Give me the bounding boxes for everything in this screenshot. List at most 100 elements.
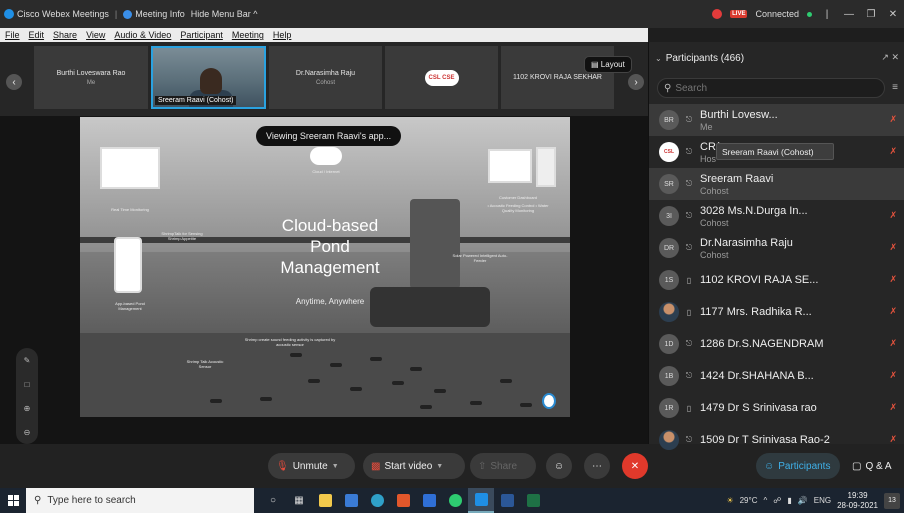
network-icon[interactable]: ☍ bbox=[773, 496, 781, 505]
layout-button[interactable]: ▤ Layout bbox=[584, 56, 632, 73]
participant-row[interactable]: DR ⎋ Dr.Narasimha Raju Cohost ✗ bbox=[649, 232, 904, 264]
logo-drop-icon bbox=[542, 393, 556, 409]
mic-muted-icon[interactable]: ✗ bbox=[889, 210, 897, 221]
menu-help[interactable]: Help bbox=[273, 30, 292, 40]
video-tile-3[interactable]: Dr.Narasimha Raju Cohost bbox=[269, 46, 382, 109]
mic-muted-icon[interactable]: ✗ bbox=[889, 338, 897, 349]
participant-name: 1424 Dr.SHAHANA B... bbox=[700, 370, 814, 382]
headset-icon: ⎋ bbox=[685, 115, 693, 124]
popout-icon[interactable]: ↗ ✕ bbox=[881, 52, 899, 63]
avatar: 1B bbox=[659, 366, 679, 386]
participant-name: Dr.Narasimha Raju bbox=[700, 236, 793, 249]
mic-muted-icon[interactable]: ✗ bbox=[889, 274, 897, 285]
participant-row[interactable]: 1D ⎋ 1286 Dr.S.NAGENDRAM ✗ bbox=[649, 328, 904, 360]
tile-name: 1102 KROVI RAJA SEKHAR bbox=[513, 74, 602, 81]
clock[interactable]: 19:39 28-09-2021 bbox=[837, 491, 878, 511]
close-button[interactable]: ✕ bbox=[886, 9, 900, 20]
start-button[interactable] bbox=[0, 488, 26, 513]
chevron-down-icon[interactable]: ⌄ bbox=[655, 54, 662, 63]
sort-icon[interactable]: ≡ bbox=[892, 82, 898, 93]
menu-meeting[interactable]: Meeting bbox=[232, 30, 264, 40]
video-tile-active[interactable]: Sreeram Raavi (Cohost) bbox=[151, 46, 266, 109]
whatsapp-icon[interactable] bbox=[442, 488, 468, 513]
participant-row[interactable]: 1R ▯ 1479 Dr S Srinivasa rao ✗ bbox=[649, 392, 904, 424]
taskbar-apps: ○ ▦ bbox=[260, 488, 546, 513]
mic-muted-icon[interactable]: ✗ bbox=[889, 370, 897, 381]
language-indicator[interactable]: ENG bbox=[814, 496, 831, 505]
cortana-icon[interactable]: ○ bbox=[260, 488, 286, 513]
avatar: 1R bbox=[659, 398, 679, 418]
participant-row[interactable]: 1S ▯ 1102 KROVI RAJA SE... ✗ bbox=[649, 264, 904, 296]
participant-row[interactable]: BR ⎋ Burthi Lovesw... Me ✗ bbox=[649, 104, 904, 136]
mic-muted-icon[interactable]: ✗ bbox=[889, 306, 897, 317]
volume-icon[interactable]: 🔊 bbox=[798, 496, 808, 505]
menu-view[interactable]: View bbox=[86, 30, 105, 40]
zoom-out-icon[interactable]: ⊖ bbox=[24, 428, 31, 437]
strip-next-arrow-icon[interactable]: › bbox=[628, 74, 644, 90]
unmute-button[interactable]: 🎙 Unmute ▼ bbox=[268, 453, 355, 479]
avatar: BR bbox=[659, 110, 679, 130]
menu-audio-video[interactable]: Audio & Video bbox=[114, 30, 171, 40]
participant-search[interactable]: ⚲ bbox=[657, 78, 885, 98]
meeting-info-button[interactable]: Meeting Info bbox=[123, 9, 185, 19]
menu-share[interactable]: Share bbox=[53, 30, 77, 40]
zoom-in-icon[interactable]: ⊕ bbox=[24, 404, 31, 413]
webex-taskbar-icon[interactable] bbox=[468, 488, 494, 513]
taskbar-search[interactable]: ⚲ Type here to search bbox=[26, 488, 254, 513]
task-view-icon[interactable]: ▦ bbox=[286, 488, 312, 513]
cloud-label: Cloud / Internet bbox=[312, 169, 340, 174]
reactions-button[interactable]: ☺ bbox=[546, 453, 572, 479]
mic-muted-icon[interactable]: ✗ bbox=[889, 146, 897, 157]
weather-temp[interactable]: 29°C bbox=[740, 496, 758, 505]
excel-icon[interactable] bbox=[520, 488, 546, 513]
mail-icon[interactable] bbox=[416, 488, 442, 513]
menu-edit[interactable]: Edit bbox=[29, 30, 45, 40]
recording-icon[interactable] bbox=[712, 9, 723, 19]
share-button[interactable]: ⇧ Share bbox=[470, 453, 536, 479]
menu-file[interactable]: File bbox=[5, 30, 20, 40]
participant-row[interactable]: 1B ⎋ 1424 Dr.SHAHANA B... ✗ bbox=[649, 360, 904, 392]
rt-monitoring-label: Real Time Monitoring bbox=[111, 207, 149, 212]
video-tile-1[interactable]: Burthi Loveswara Rao Me bbox=[34, 46, 148, 109]
side-toolbar: ✎ □ ⊕ ⊖ bbox=[16, 348, 38, 444]
pointer-icon[interactable]: □ bbox=[25, 380, 30, 389]
chevron-down-icon[interactable]: ▼ bbox=[436, 463, 443, 470]
annotate-icon[interactable]: ✎ bbox=[24, 356, 31, 365]
mic-muted-icon[interactable]: ✗ bbox=[889, 402, 897, 413]
file-explorer-icon[interactable] bbox=[312, 488, 338, 513]
weather-icon[interactable]: ☀ bbox=[726, 496, 733, 505]
edge-icon[interactable] bbox=[364, 488, 390, 513]
participant-row[interactable]: 3I ⎋ 3028 Ms.N.Durga In... Cohost ✗ bbox=[649, 200, 904, 232]
menu-participant[interactable]: Participant bbox=[180, 30, 223, 40]
more-options-button[interactable]: ⋯ bbox=[584, 453, 610, 479]
participants-header[interactable]: ⌄ Participants (466) ↗ ✕ bbox=[649, 42, 904, 74]
participant-row[interactable]: ⎋ 1509 Dr T Srinivasa Rao-2 ✗ bbox=[649, 424, 904, 456]
restore-button[interactable]: ❐ bbox=[864, 9, 878, 20]
connection-dot-icon bbox=[807, 11, 812, 17]
participant-row[interactable]: SR ⎋ Sreeram Raavi Cohost bbox=[649, 168, 904, 200]
meeting-info-label: Meeting Info bbox=[135, 9, 185, 19]
search-input[interactable] bbox=[675, 82, 866, 94]
office-icon[interactable] bbox=[390, 488, 416, 513]
chevron-down-icon[interactable]: ▼ bbox=[332, 463, 339, 470]
participant-row[interactable]: ▯ 1177 Mrs. Radhika R... ✗ bbox=[649, 296, 904, 328]
store-icon[interactable] bbox=[338, 488, 364, 513]
qa-button[interactable]: ▢ Q & A bbox=[844, 453, 900, 479]
notification-center-icon[interactable]: 13 bbox=[884, 492, 900, 509]
mic-muted-icon[interactable]: ✗ bbox=[889, 434, 897, 445]
hide-menu-bar-button[interactable]: Hide Menu Bar ^ bbox=[191, 9, 258, 19]
tray-expand-icon[interactable]: ^ bbox=[763, 496, 767, 505]
mic-muted-icon[interactable]: ✗ bbox=[889, 242, 897, 253]
avatar: 3I bbox=[659, 206, 679, 226]
minimize-button[interactable]: — bbox=[842, 9, 856, 20]
strip-prev-arrow-icon[interactable]: ‹ bbox=[6, 74, 22, 90]
app-name: Cisco Webex Meetings bbox=[17, 9, 109, 19]
battery-icon[interactable]: ▮ bbox=[787, 496, 791, 505]
leave-meeting-button[interactable]: ✕ bbox=[622, 453, 648, 479]
participants-title: Participants (466) bbox=[665, 52, 745, 64]
word-icon[interactable] bbox=[494, 488, 520, 513]
mic-muted-icon[interactable]: ✗ bbox=[889, 114, 897, 125]
start-video-button[interactable]: ▩ Start video ▼ bbox=[363, 453, 465, 479]
participants-button[interactable]: ☺ Participants bbox=[756, 453, 840, 479]
video-tile-4[interactable]: CSL CSE bbox=[385, 46, 498, 109]
